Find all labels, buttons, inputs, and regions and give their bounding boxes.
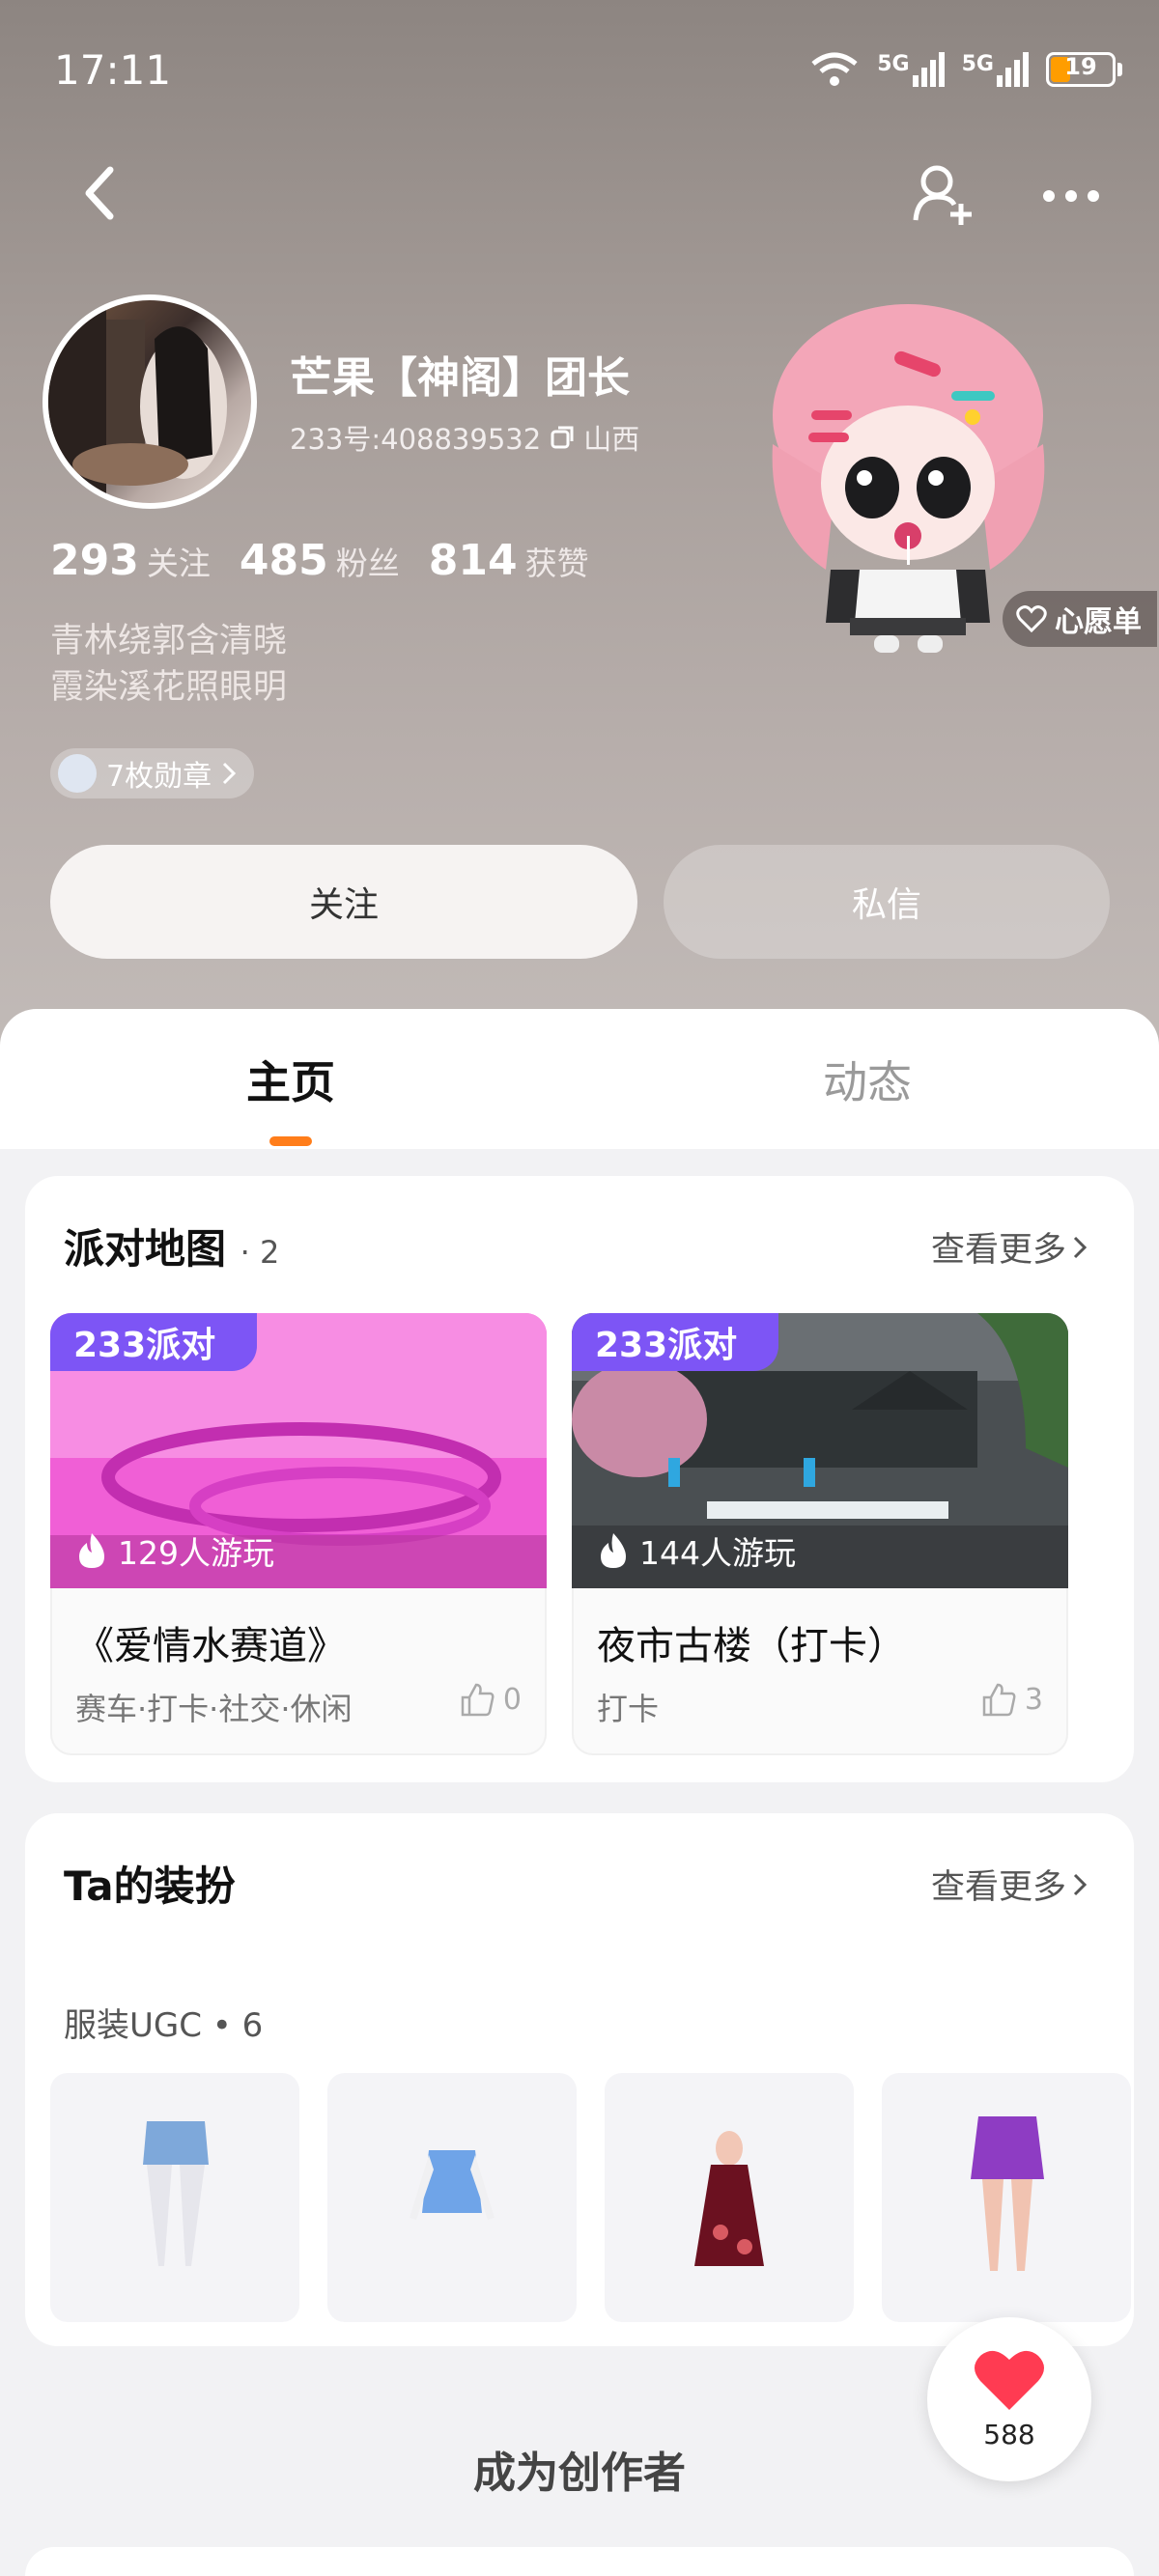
- profile-bio: 青林绕郭含清晓 霞染溪花照眼明: [50, 618, 287, 711]
- party-map-card[interactable]: 233派对 129人游玩 《爱情水赛道》 赛车·打卡·社交·休闲 0: [50, 1313, 547, 1755]
- bio-line: 青林绕郭含清晓: [50, 622, 288, 660]
- profile-location: 山西: [583, 423, 640, 456]
- profile-name: 芒果【神阁】团长: [290, 353, 630, 403]
- heart-icon: [975, 2350, 1044, 2410]
- play-count: 144人游玩: [597, 1527, 796, 1574]
- medal-icon: [58, 754, 97, 793]
- party-maps-title: 派对地图 · 2: [64, 1225, 280, 1273]
- map-title: 《爱情水赛道》: [75, 1624, 346, 1668]
- party-maps-count: · 2: [240, 1234, 280, 1271]
- outfit-item[interactable]: [50, 2073, 299, 2322]
- chevron-right-icon: [1073, 1236, 1088, 1258]
- followers-count[interactable]: 485: [240, 536, 328, 585]
- next-card-edge: [25, 2547, 1134, 2576]
- status-bar: 17:11 5G 5G 19: [0, 0, 1159, 135]
- fire-icon: [79, 1533, 104, 1568]
- follow-button[interactable]: 关注: [50, 845, 637, 959]
- map-tags: 赛车·打卡·社交·休闲: [75, 1691, 353, 1727]
- blue-top-icon: [410, 2150, 495, 2220]
- following-count[interactable]: 293: [50, 536, 139, 585]
- followers-label[interactable]: 粉丝: [336, 538, 400, 584]
- party-badge: 233派对: [50, 1313, 257, 1371]
- outfit-item[interactable]: [882, 2073, 1131, 2322]
- likes-label: 获赞: [524, 545, 589, 582]
- outfits-title: Ta的装扮: [64, 1862, 236, 1910]
- status-icons: 5G 5G 19: [809, 50, 1122, 89]
- add-friend-icon[interactable]: [912, 162, 975, 226]
- heart-outline-icon: [1016, 605, 1047, 633]
- outfits-subtitle: 服装UGC • 6: [64, 2006, 264, 2045]
- party-map-card[interactable]: 233派对 144人游玩 夜市古楼（打卡） 打卡 3: [572, 1313, 1068, 1755]
- profile-id: 233号:408839532: [290, 423, 542, 456]
- signal-icon: 5G: [877, 52, 945, 87]
- map-tags: 打卡: [597, 1691, 660, 1727]
- play-count: 129人游玩: [75, 1527, 274, 1574]
- thumbs-up-icon: [461, 1683, 495, 1717]
- avatar-photo: [48, 300, 227, 503]
- message-button[interactable]: 私信: [664, 845, 1110, 959]
- avatar[interactable]: [42, 294, 257, 509]
- wishlist-button[interactable]: 心愿单: [1003, 591, 1157, 647]
- outfit-item[interactable]: [327, 2073, 577, 2322]
- red-dress-icon: [694, 2131, 764, 2266]
- outfit-item[interactable]: [605, 2073, 854, 2322]
- bio-line: 霞染溪花照眼明: [50, 668, 288, 707]
- map-title: 夜市古楼（打卡）: [597, 1624, 906, 1668]
- thumbs-up-icon: [982, 1683, 1016, 1717]
- outfits-more-link[interactable]: 查看更多: [931, 1860, 1088, 1909]
- following-label[interactable]: 关注: [147, 538, 211, 584]
- medals-label: 7枚勋章: [106, 760, 212, 794]
- map-likes[interactable]: 0: [459, 1682, 522, 1717]
- copy-icon[interactable]: [549, 424, 576, 451]
- signal-icon: 5G: [962, 52, 1029, 87]
- fire-icon: [601, 1533, 626, 1568]
- purple-skirt-icon: [971, 2116, 1044, 2271]
- like-count: 588: [983, 2419, 1035, 2450]
- tab-indicator: [269, 1136, 312, 1146]
- profile-header: 17:11 5G 5G 19 芒果【神阁】团长 233号:408839532 山…: [0, 0, 1159, 1062]
- more-icon[interactable]: [1041, 182, 1101, 210]
- profile-id-line: 233号:408839532 山西: [290, 417, 639, 458]
- back-icon[interactable]: [81, 164, 120, 222]
- profile-stats: 293 关注 485 粉丝 814 获赞: [50, 536, 618, 585]
- tab-home[interactable]: 主页: [246, 1048, 335, 1111]
- like-button[interactable]: 588: [927, 2317, 1091, 2481]
- profile-tabs: 主页 动态: [0, 1009, 1159, 1149]
- status-time: 17:11: [54, 46, 172, 94]
- party-badge: 233派对: [572, 1313, 778, 1371]
- jeans-shorts-icon: [143, 2121, 209, 2266]
- map-likes[interactable]: 3: [980, 1682, 1043, 1717]
- likes-count: 814: [428, 536, 518, 585]
- wifi-icon: [811, 52, 858, 86]
- medals-button[interactable]: 7枚勋章: [50, 748, 255, 798]
- tab-feed[interactable]: 动态: [823, 1048, 912, 1111]
- wishlist-label: 心愿单: [1055, 605, 1142, 639]
- chevron-right-icon: [223, 762, 237, 785]
- battery-icon: 19: [1046, 52, 1122, 87]
- chevron-right-icon: [1073, 1873, 1088, 1895]
- party-maps-more-link[interactable]: 查看更多: [931, 1222, 1088, 1272]
